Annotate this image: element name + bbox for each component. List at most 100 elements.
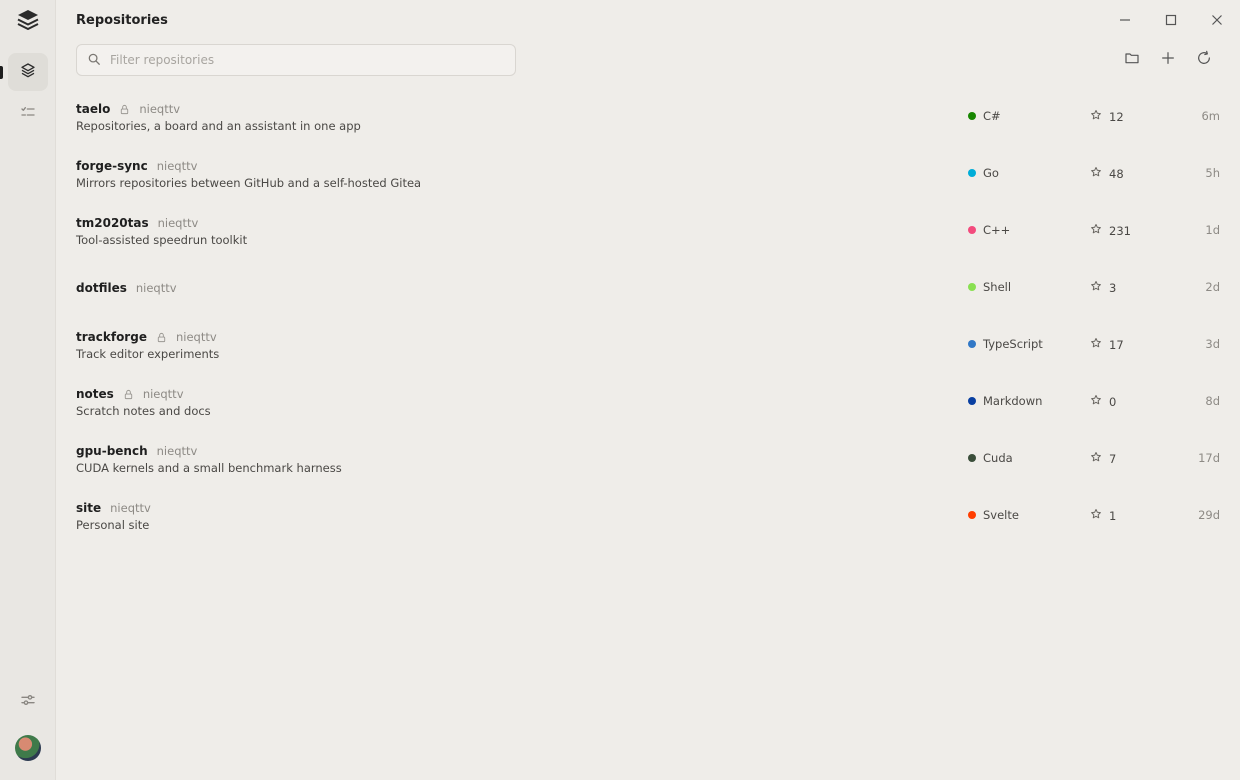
repo-owner: nieqttv bbox=[157, 216, 199, 230]
language-label: C# bbox=[983, 109, 1001, 123]
maximize-icon bbox=[1165, 11, 1177, 30]
repo-owner: nieqttv bbox=[156, 444, 198, 458]
repo-stars: 1 bbox=[1090, 508, 1116, 523]
repo-name[interactable]: forge-sync bbox=[76, 159, 148, 173]
repo-stars: 0 bbox=[1090, 394, 1116, 409]
repo-updated-age: 5h bbox=[1205, 166, 1220, 180]
repo-row[interactable]: forge-sync nieqttv Mirrors repositories … bbox=[56, 151, 1240, 208]
lock-icon bbox=[123, 389, 134, 400]
plus-icon bbox=[1160, 50, 1176, 70]
add-repository-button[interactable] bbox=[1156, 48, 1180, 72]
star-count: 3 bbox=[1109, 280, 1117, 295]
repo-owner: nieqttv bbox=[175, 330, 217, 344]
repo-stars: 231 bbox=[1090, 223, 1131, 238]
language-color-dot bbox=[968, 226, 976, 234]
sidebar-item-repositories[interactable] bbox=[0, 53, 48, 91]
language-color-dot bbox=[968, 454, 976, 462]
sidebar bbox=[0, 0, 56, 780]
repo-language: Cuda bbox=[968, 451, 1013, 465]
repo-language: C# bbox=[968, 109, 1001, 123]
repo-updated-age: 3d bbox=[1205, 337, 1220, 351]
repo-name[interactable]: trackforge bbox=[76, 330, 147, 344]
repo-owner: nieqttv bbox=[139, 102, 181, 116]
refresh-button[interactable] bbox=[1192, 48, 1216, 72]
language-color-dot bbox=[968, 169, 976, 177]
language-color-dot bbox=[968, 283, 976, 291]
repo-owner: nieqttv bbox=[142, 387, 184, 401]
repo-name[interactable]: gpu-bench bbox=[76, 444, 148, 458]
repo-row[interactable]: tm2020tas nieqttv Tool-assisted speedrun… bbox=[56, 208, 1240, 265]
repo-language: Svelte bbox=[968, 508, 1019, 522]
repo-stars: 7 bbox=[1090, 451, 1116, 466]
repo-name[interactable]: notes bbox=[76, 387, 114, 401]
language-color-dot bbox=[968, 511, 976, 519]
repo-updated-age: 6m bbox=[1201, 109, 1220, 123]
language-label: Shell bbox=[983, 280, 1012, 294]
repo-name[interactable]: dotfiles bbox=[76, 281, 127, 295]
open-folder-button[interactable] bbox=[1120, 48, 1144, 72]
refresh-icon bbox=[1196, 50, 1212, 70]
repo-row[interactable]: site nieqttv Personal site Svelte 1 29d bbox=[56, 493, 1240, 550]
star-count: 231 bbox=[1109, 223, 1131, 238]
repo-name[interactable]: tm2020tas bbox=[76, 216, 149, 230]
language-color-dot bbox=[968, 340, 976, 348]
repo-row[interactable]: notes nieqttv Scratch notes and docs Mar… bbox=[56, 379, 1240, 436]
close-icon bbox=[1211, 11, 1223, 30]
repo-description: Repositories, a board and an assistant i… bbox=[76, 119, 361, 133]
repo-language: Shell bbox=[968, 280, 1011, 294]
repo-name[interactable]: taelo bbox=[76, 102, 110, 116]
sidebar-item-board[interactable] bbox=[8, 96, 48, 134]
repo-name[interactable]: site bbox=[76, 501, 101, 515]
app-logo-stack-icon bbox=[16, 8, 40, 32]
search-input[interactable] bbox=[108, 52, 492, 68]
language-label: TypeScript bbox=[983, 337, 1043, 351]
checklist-icon bbox=[20, 105, 36, 125]
repo-row[interactable]: dotfiles nieqttv Shell 3 2d bbox=[56, 265, 1240, 322]
search-icon bbox=[77, 51, 101, 70]
language-label: C++ bbox=[983, 223, 1011, 237]
user-avatar[interactable] bbox=[15, 735, 41, 761]
star-icon bbox=[1090, 451, 1109, 466]
folder-icon bbox=[1124, 50, 1140, 70]
star-icon bbox=[1090, 109, 1109, 124]
language-label: Cuda bbox=[983, 451, 1013, 465]
close-button[interactable] bbox=[1205, 8, 1229, 32]
repo-owner: nieqttv bbox=[110, 501, 151, 515]
repo-row[interactable]: taelo nieqttv Repositories, a board and … bbox=[56, 94, 1240, 151]
language-label: Svelte bbox=[983, 508, 1019, 522]
repo-stars: 3 bbox=[1090, 280, 1116, 295]
repo-row[interactable]: gpu-bench nieqttv CUDA kernels and a sma… bbox=[56, 436, 1240, 493]
repo-row[interactable]: trackforge nieqttv Track editor experime… bbox=[56, 322, 1240, 379]
repo-stars: 17 bbox=[1090, 337, 1124, 352]
lock-icon bbox=[156, 332, 167, 343]
star-icon bbox=[1090, 394, 1109, 409]
main-panel: Repositories Filter repositories taelo n… bbox=[56, 0, 1240, 780]
repo-updated-age: 2d bbox=[1205, 280, 1220, 294]
repo-language: Markdown bbox=[968, 394, 1042, 408]
language-color-dot bbox=[968, 112, 976, 120]
repo-updated-age: 29d bbox=[1198, 508, 1220, 522]
active-indicator bbox=[0, 66, 3, 79]
star-icon bbox=[1090, 280, 1109, 295]
maximize-button[interactable] bbox=[1159, 8, 1183, 32]
repository-list: taelo nieqttv Repositories, a board and … bbox=[56, 94, 1240, 550]
star-count: 7 bbox=[1109, 451, 1117, 466]
settings-sliders-button[interactable] bbox=[8, 683, 48, 721]
search-box bbox=[76, 44, 516, 76]
language-label: Go bbox=[983, 166, 999, 180]
star-count: 1 bbox=[1109, 508, 1117, 523]
star-count: 17 bbox=[1109, 337, 1124, 352]
language-label: Markdown bbox=[983, 394, 1043, 408]
minimize-icon bbox=[1119, 11, 1131, 30]
repo-description: Track editor experiments bbox=[76, 347, 220, 361]
repo-stars: 48 bbox=[1090, 166, 1124, 181]
repo-updated-age: 17d bbox=[1198, 451, 1220, 465]
minimize-button[interactable] bbox=[1113, 8, 1137, 32]
repo-description: Scratch notes and docs bbox=[76, 404, 211, 418]
star-icon bbox=[1090, 166, 1109, 181]
star-icon bbox=[1090, 337, 1109, 352]
repo-description: Mirrors repositories between GitHub and … bbox=[76, 176, 422, 190]
repo-language: C++ bbox=[968, 223, 1010, 237]
repo-description: Personal site bbox=[76, 518, 150, 532]
star-icon bbox=[1090, 223, 1109, 238]
